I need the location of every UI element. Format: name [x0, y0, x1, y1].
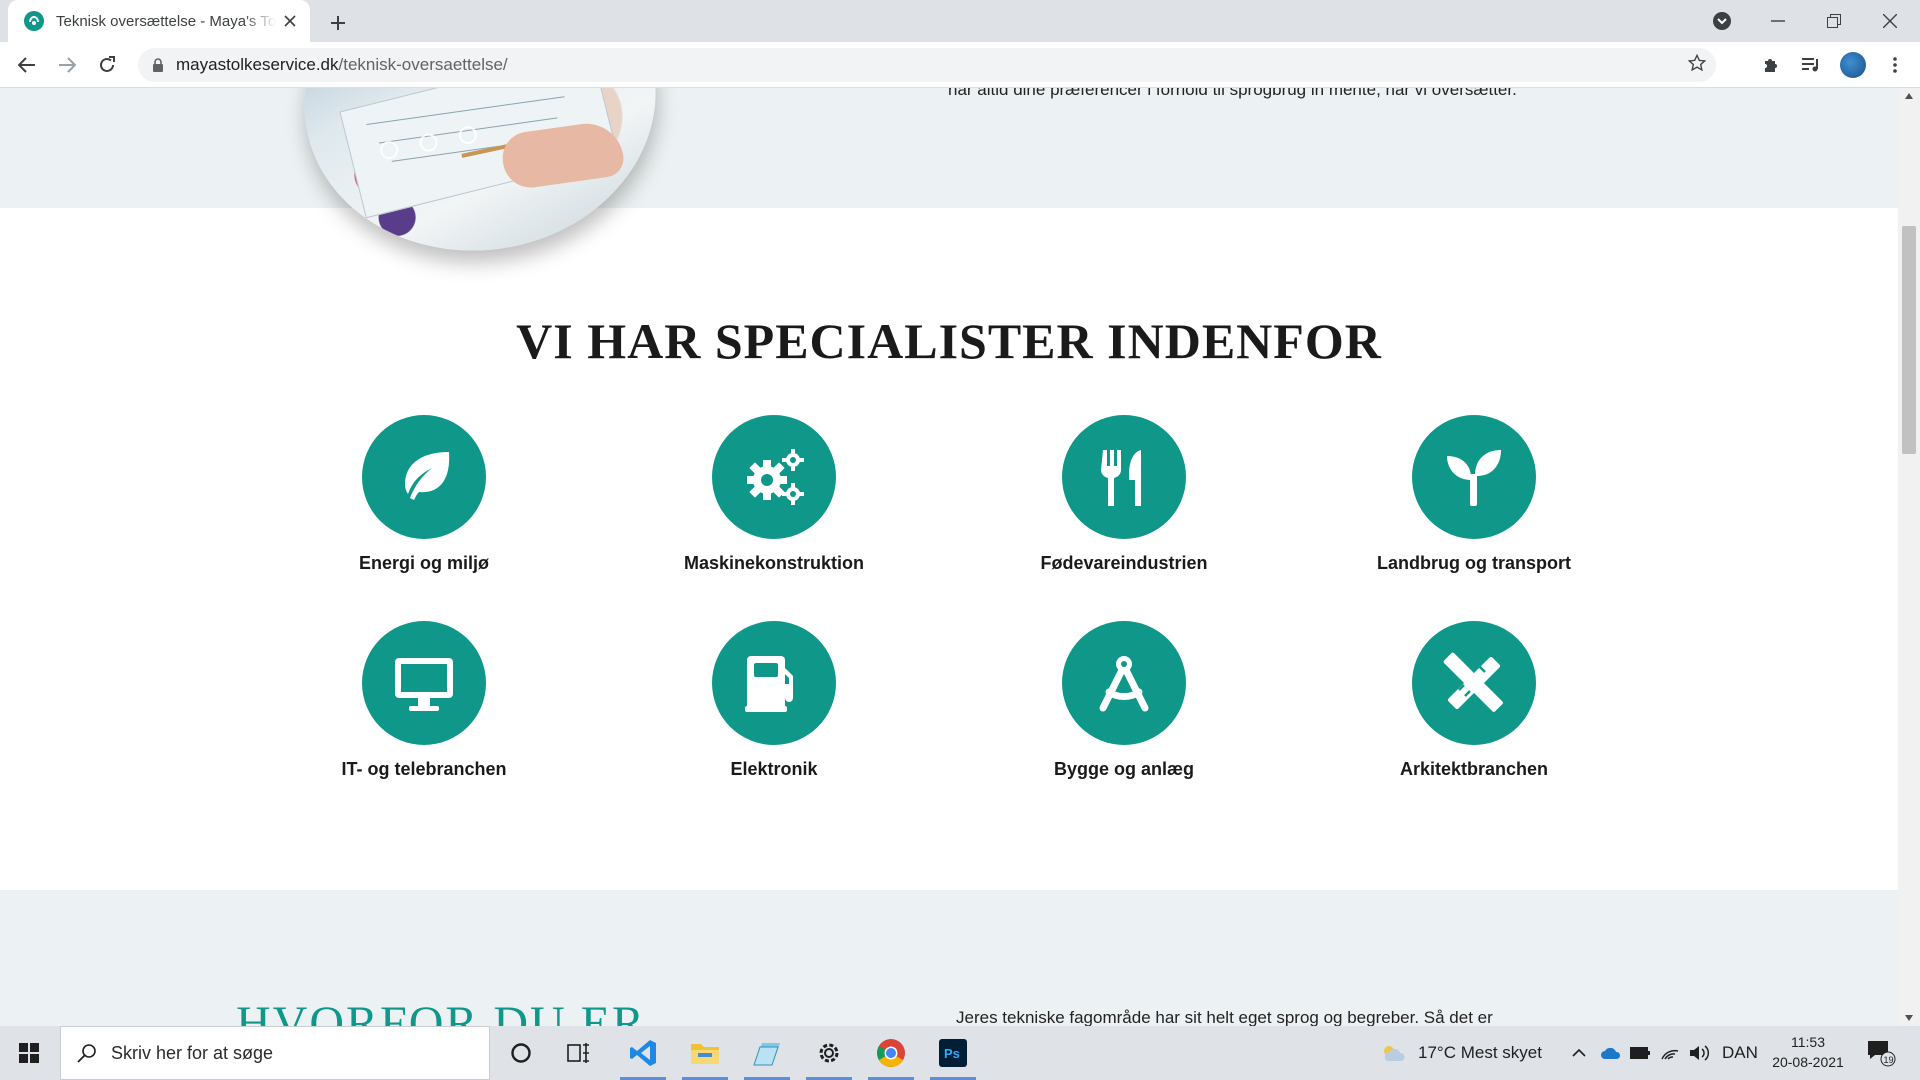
seedling-icon — [1447, 450, 1501, 506]
why-paragraph: Jeres tekniske fagområde har sit helt eg… — [956, 1008, 1493, 1026]
specialty-icon-circle — [1412, 415, 1536, 539]
tab-search-icon[interactable] — [1694, 0, 1750, 42]
lock-icon — [153, 58, 163, 72]
photoshop-app-icon[interactable]: Ps — [924, 1026, 982, 1080]
tab-title: Teknisk oversættelse - Maya's Tolkeservi… — [56, 12, 276, 30]
why-title: HVORFOR DU ER — [236, 997, 647, 1026]
browser-tab[interactable]: Teknisk oversættelse - Maya's Tolkeservi… — [8, 0, 310, 42]
browser-toolbar: mayastolkeservice.dk/teknisk-oversaettel… — [0, 42, 1920, 88]
page-scrollbar[interactable] — [1898, 88, 1920, 1026]
battery-icon[interactable] — [1630, 1026, 1650, 1080]
vscode-app-icon[interactable] — [614, 1026, 672, 1080]
task-view-icon[interactable] — [550, 1026, 608, 1080]
input-language[interactable]: DAN — [1722, 1026, 1758, 1080]
specialty-electronics[interactable]: Elektronik — [624, 621, 924, 780]
scrollbar-thumb[interactable] — [1902, 226, 1916, 454]
clock-time: 11:53 — [1791, 1034, 1825, 1050]
specialty-label: Fødevareindustrien — [1040, 553, 1208, 573]
reload-icon[interactable] — [92, 50, 122, 80]
svg-text:Ps: Ps — [944, 1046, 960, 1061]
page-viewport: har altid dine præferencer i forhold til… — [0, 88, 1898, 1026]
notification-center-icon[interactable]: 19 — [1866, 1026, 1896, 1080]
weather-widget[interactable]: 17°C Mest skyet — [1380, 1026, 1542, 1080]
svg-text:19: 19 — [1884, 1055, 1894, 1065]
cortana-icon[interactable] — [492, 1026, 550, 1080]
bookmark-star-icon[interactable] — [1687, 53, 1707, 77]
intro-paragraph: har altid dine præferencer i forhold til… — [948, 88, 1517, 99]
chrome-app-icon[interactable] — [862, 1026, 920, 1080]
specialty-icon-circle — [362, 415, 486, 539]
hero-band — [0, 88, 1898, 208]
specialty-icon-circle — [362, 621, 486, 745]
specialty-icon-circle — [712, 415, 836, 539]
notes-app-icon[interactable] — [738, 1026, 796, 1080]
address-bar[interactable]: mayastolkeservice.dk/teknisk-oversaettel… — [138, 48, 1716, 82]
tab-close-icon[interactable] — [280, 11, 300, 31]
specialty-food[interactable]: Fødevareindustrien — [974, 415, 1274, 574]
minimize-icon[interactable] — [1750, 0, 1806, 42]
pencil-ruler-icon — [1443, 652, 1503, 712]
browser-tab-bar: Teknisk oversættelse - Maya's Tolkeservi… — [0, 0, 1920, 42]
close-window-icon[interactable] — [1862, 0, 1918, 42]
leaf-icon — [405, 452, 450, 500]
specialty-label: IT- og telebranchen — [341, 759, 507, 779]
profile-avatar[interactable] — [1838, 50, 1868, 80]
specialty-it[interactable]: IT- og telebranchen — [274, 621, 574, 780]
back-arrow-icon[interactable] — [12, 50, 42, 80]
scroll-up-icon[interactable] — [1898, 88, 1920, 104]
taskbar-search-input[interactable]: Skriv her for at søge — [60, 1026, 490, 1080]
specialty-construction[interactable]: Bygge og anlæg — [974, 621, 1274, 780]
new-tab-plus-icon[interactable] — [324, 9, 352, 37]
wifi-icon[interactable] — [1660, 1026, 1680, 1080]
forward-arrow-icon[interactable] — [52, 50, 82, 80]
specialty-label: Arkitektbranchen — [1399, 759, 1549, 779]
media-playlist-icon[interactable] — [1796, 50, 1826, 80]
specialty-agriculture[interactable]: Landbrug og transport — [1324, 415, 1624, 574]
gears-icon — [747, 449, 804, 505]
file-explorer-icon[interactable] — [676, 1026, 734, 1080]
scroll-down-icon[interactable] — [1898, 1010, 1920, 1026]
specialty-icon-circle — [1412, 621, 1536, 745]
specialty-architecture[interactable]: Arkitektbranchen — [1324, 621, 1624, 780]
taskbar-clock[interactable]: 11:53 20-08-2021 — [1770, 1032, 1846, 1072]
specialty-label: Landbrug og transport — [1377, 553, 1571, 573]
specialty-label: Bygge og anlæg — [1053, 759, 1194, 779]
onedrive-cloud-icon[interactable] — [1600, 1026, 1622, 1080]
hero-photo — [284, 88, 676, 274]
utensils-icon — [1101, 450, 1141, 506]
specialty-label: Maskinekonstruktion — [683, 553, 865, 573]
section-title: VI HAR SPECIALISTER INDENFOR — [516, 313, 1382, 369]
specialty-label: Energi og miljø — [358, 553, 489, 573]
specialty-label: Elektronik — [730, 759, 818, 779]
volume-icon[interactable] — [1688, 1026, 1710, 1080]
gas-pump-icon — [745, 656, 793, 712]
url-text: mayastolkeservice.dk/teknisk-oversaettel… — [176, 55, 508, 74]
specialty-energy[interactable]: Energi og miljø — [274, 415, 574, 574]
site-favicon-icon — [24, 11, 44, 31]
search-placeholder: Skriv her for at søge — [111, 1042, 274, 1063]
specialty-mechanical[interactable]: Maskinekonstruktion — [624, 415, 924, 574]
restore-icon[interactable] — [1806, 0, 1862, 42]
search-icon — [77, 1044, 96, 1063]
specialty-icon-circle — [712, 621, 836, 745]
windows-taskbar: Skriv her for at søge Ps 17°C Mest skyet — [0, 1026, 1920, 1080]
weather-text: 17°C Mest skyet — [1418, 1043, 1542, 1062]
settings-gear-icon[interactable] — [800, 1026, 858, 1080]
show-hidden-icons-chevron-icon[interactable] — [1572, 1026, 1586, 1080]
browser-menu-icon[interactable] — [1880, 50, 1910, 80]
windows-start-icon[interactable] — [0, 1026, 58, 1080]
specialty-icon-circle — [1062, 415, 1186, 539]
specialty-icon-circle — [1062, 621, 1186, 745]
extensions-puzzle-icon[interactable] — [1756, 50, 1786, 80]
cloud-sun-icon — [1384, 1046, 1405, 1061]
clock-date: 20-08-2021 — [1772, 1054, 1844, 1070]
monitor-icon — [395, 658, 453, 711]
compass-drafting-icon — [1099, 656, 1149, 712]
